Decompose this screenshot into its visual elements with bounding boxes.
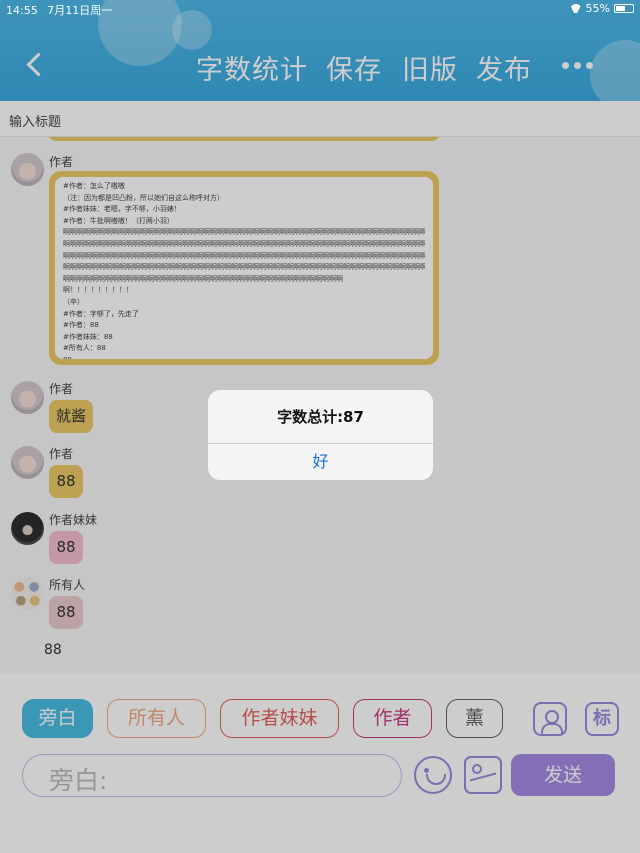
wifi-icon (570, 4, 582, 13)
status-time: 14:55 (6, 4, 38, 17)
alert-message: 字数总计:87 (277, 408, 364, 426)
battery-icon (614, 4, 634, 13)
status-date: 7月11日周一 (47, 4, 113, 17)
battery-percent: 55% (585, 2, 610, 15)
alert-ok-button[interactable]: 好 (208, 444, 433, 480)
alert-dialog: 字数总计:87 好 (208, 390, 433, 480)
status-bar: 14:55 7月11日周一 55% (0, 0, 640, 18)
